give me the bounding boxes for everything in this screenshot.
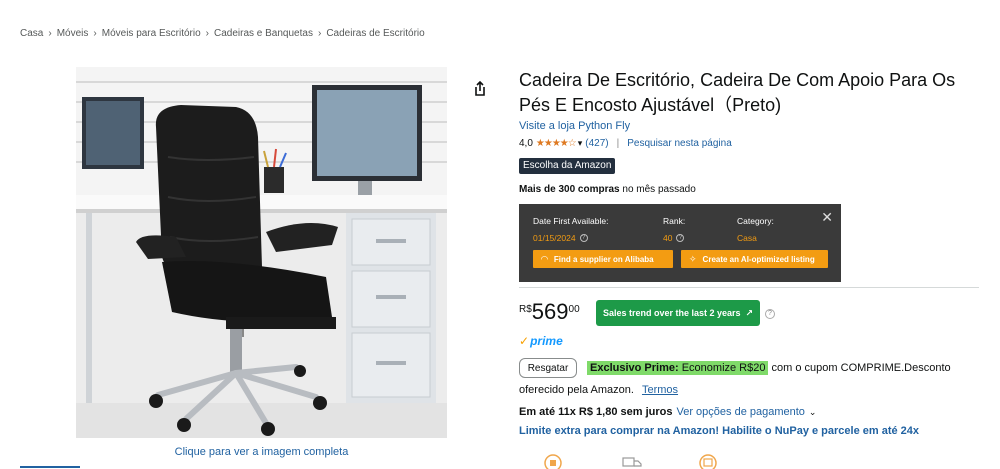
purchases-period: no mês passado (619, 184, 696, 195)
rating-row: 4,0 ★★★★☆ ▾ (427) | Pesquisar nesta pági… (519, 138, 732, 149)
secure-transaction-icon (543, 452, 563, 469)
coupon-continuation: oferecido pela Amazon. Termos (519, 384, 678, 396)
breadcrumb-separator: › (93, 28, 97, 39)
price-currency: R$ (519, 304, 532, 315)
installments: Em até 11x R$ 1,80 sem juros Ver opções … (519, 406, 816, 418)
payment-options-link[interactable]: Ver opções de pagamento (676, 406, 804, 418)
category-label: Category: (737, 216, 774, 226)
breadcrumb-item-moveis-escritorio[interactable]: Móveis para Escritório (102, 28, 201, 39)
coupon-after-highlight: com o cupom COMPRIME.Desconto (768, 362, 951, 374)
rank-label: Rank: (663, 216, 686, 226)
coupon-highlight: Exclusivo Prime: Economize R$20 (587, 361, 769, 375)
section-divider (519, 287, 979, 288)
chevron-down-icon[interactable]: ▾ (578, 138, 583, 149)
create-listing-button[interactable]: ✧ Create an AI-optimized listing (681, 250, 828, 268)
delivery-truck-icon (622, 452, 642, 469)
image-caption-link[interactable]: Clique para ver a imagem completa (76, 446, 447, 458)
separator: | (616, 138, 620, 149)
find-supplier-button[interactable]: ◠ Find a supplier on Alibaba (533, 250, 673, 268)
create-listing-label: Create an AI-optimized listing (702, 254, 815, 264)
breadcrumb-item-cadeiras-banquetas[interactable]: Cadeiras e Banquetas (214, 28, 313, 39)
search-this-page-link[interactable]: Pesquisar nesta página (627, 138, 732, 149)
info-icon[interactable]: ? (676, 234, 685, 242)
info-icon[interactable]: ? (579, 234, 588, 242)
amazon-choice-badge: Escolha da Amazon (519, 158, 616, 174)
rank-value: 40 (663, 233, 673, 243)
product-title: Cadeira De Escritório, Cadeira De Com Ap… (519, 70, 956, 115)
price-fraction: 00 (568, 304, 580, 315)
close-icon[interactable]: ✕ (821, 210, 833, 224)
thumbnail-indicator (20, 466, 80, 468)
prime-check-icon: ✓ (519, 334, 530, 348)
price-whole: 569 (531, 299, 569, 324)
breadcrumb-separator: › (205, 28, 209, 39)
rating-value: 4,0 (519, 138, 533, 149)
choice-badge-brand: Amazon (574, 160, 612, 171)
coupon-text: Exclusivo Prime: Economize R$20 com o cu… (587, 359, 977, 377)
seller-extension-panel: Date First Available: 01/15/2024? Rank: … (519, 204, 841, 282)
star-rating-icon[interactable]: ★★★★☆ (536, 138, 577, 149)
breadcrumb-item-cadeiras-escritorio[interactable]: Cadeiras de Escritório (326, 28, 424, 39)
coupon-continuation-text: oferecido pela Amazon. (519, 384, 634, 396)
terms-link[interactable]: Termos (642, 384, 678, 396)
chair-image-illustration (76, 67, 447, 438)
chevron-down-icon[interactable]: ⌄ (809, 407, 817, 418)
purchases-info: Mais de 300 compras no mês passado (519, 184, 696, 195)
find-supplier-label: Find a supplier on Alibaba (553, 254, 654, 264)
purchases-count: Mais de 300 compras (519, 184, 620, 195)
date-first-available: Date First Available: 01/15/2024? (533, 216, 608, 243)
help-icon[interactable]: ? (765, 309, 775, 319)
external-link-icon: ↗ (745, 307, 754, 318)
rating-count-link[interactable]: (427) (585, 138, 608, 149)
sparkle-icon: ✧ (689, 253, 697, 264)
date-label: Date First Available: (533, 216, 609, 226)
sales-trend-button[interactable]: Sales trend over the last 2 years ↗ (596, 300, 760, 326)
installments-bold: Em até 11x R$ 1,80 sem juros (519, 406, 673, 418)
choice-badge-prefix: Escolha da (523, 160, 573, 171)
price: R$ 569 00 (519, 300, 580, 324)
nupay-link[interactable]: Limite extra para comprar na Amazon! Hab… (519, 425, 919, 437)
prime-label: prime (530, 334, 563, 348)
breadcrumb-separator: › (317, 28, 322, 39)
share-icon[interactable] (471, 80, 489, 98)
breadcrumb-item-moveis[interactable]: Móveis (57, 28, 89, 39)
coupon-highlight-rest: Economize R$20 (678, 362, 766, 374)
breadcrumb: Casa › Móveis › Móveis para Escritório › Cadei… (20, 28, 425, 39)
category-info: Category: Casa (737, 216, 774, 243)
breadcrumb-item-casa[interactable]: Casa (20, 28, 43, 39)
product-image[interactable] (76, 67, 447, 438)
rank-info: Rank: 40? (663, 216, 685, 243)
date-value: 01/15/2024 (533, 233, 576, 243)
redeem-coupon-button[interactable]: Resgatar (519, 358, 577, 378)
store-link[interactable]: Visite a loja Python Fly (519, 120, 630, 132)
category-value: Casa (737, 233, 757, 243)
breadcrumb-separator: › (48, 28, 52, 39)
return-policy-icon (698, 452, 718, 469)
prime-logo: ✓ prime (519, 334, 563, 348)
sales-trend-label: Sales trend over the last 2 years (602, 308, 741, 318)
coupon-highlight-bold: Exclusivo Prime: (590, 362, 679, 374)
alibaba-icon: ◠ (541, 253, 548, 264)
